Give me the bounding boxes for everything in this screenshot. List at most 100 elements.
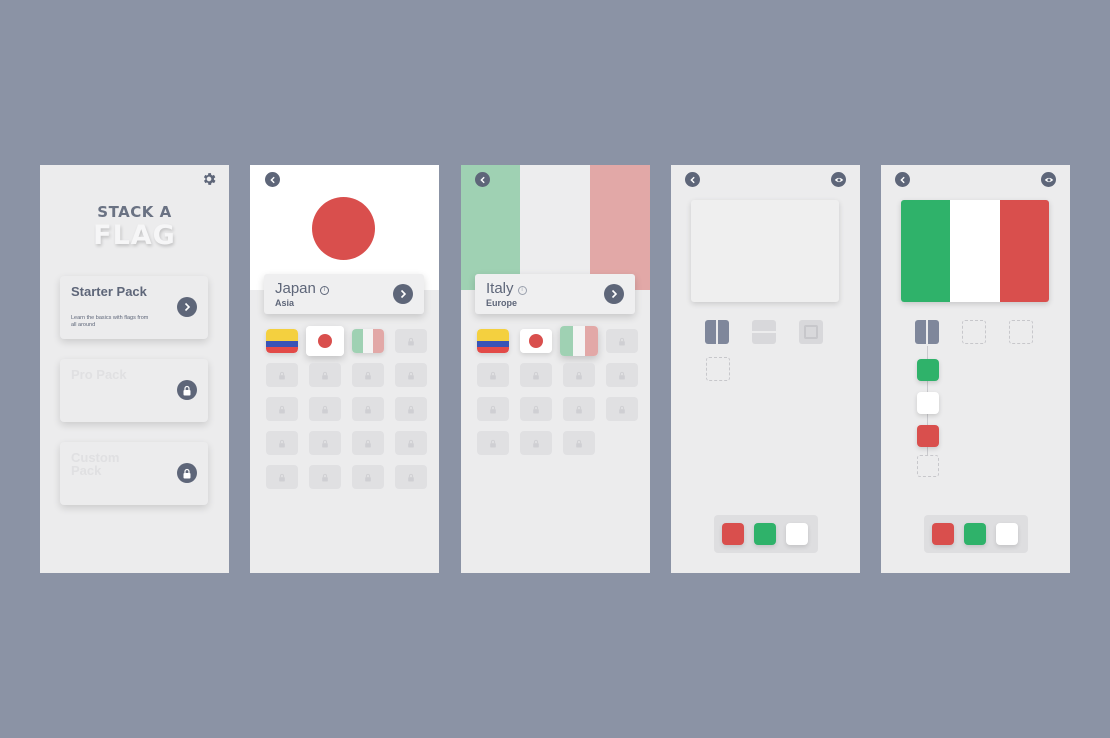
flag-tile-japan[interactable]: [306, 326, 344, 356]
info-icon[interactable]: i: [319, 285, 329, 295]
lock-icon: [322, 405, 328, 413]
lock-icon: [576, 405, 582, 413]
swatch-green[interactable]: [964, 523, 986, 545]
lock-icon: [279, 405, 285, 413]
flag-tile-locked[interactable]: [563, 363, 595, 387]
empty-slot-icon[interactable]: [962, 320, 986, 344]
locked-button[interactable]: [177, 463, 197, 483]
flag-tile-locked[interactable]: [309, 465, 341, 489]
lock-icon: [408, 439, 414, 447]
flag-tile-locked[interactable]: [563, 397, 595, 421]
back-button[interactable]: [895, 172, 910, 187]
country-card[interactable]: Italy i Europe: [475, 274, 635, 314]
next-button[interactable]: [604, 284, 624, 304]
flag-tile-locked[interactable]: [477, 431, 509, 455]
swatch-white[interactable]: [996, 523, 1018, 545]
empty-slot-icon[interactable]: [917, 455, 939, 477]
chevron-right-icon: [184, 302, 191, 312]
stripe-block-white[interactable]: [917, 392, 939, 414]
flag-tile-locked[interactable]: [477, 397, 509, 421]
lock-icon: [408, 405, 414, 413]
back-button[interactable]: [265, 172, 280, 187]
layout-square-icon[interactable]: [799, 320, 823, 344]
stripe-block-red[interactable]: [917, 425, 939, 447]
preview-button[interactable]: [831, 172, 846, 187]
flag-tile-locked[interactable]: [395, 397, 427, 421]
empty-slot-icon[interactable]: [1009, 320, 1033, 344]
next-button[interactable]: [177, 297, 197, 317]
flag-tile-locked[interactable]: [352, 465, 384, 489]
lock-icon: [619, 371, 625, 379]
flag-tile-locked[interactable]: [477, 363, 509, 387]
flag-tile-locked[interactable]: [395, 329, 427, 353]
flag-tile-locked[interactable]: [395, 431, 427, 455]
back-button[interactable]: [685, 172, 700, 187]
lock-icon: [490, 371, 496, 379]
eye-icon: [834, 177, 843, 182]
pack-description: Learn the basics with flags from all aro…: [71, 315, 149, 328]
pack-card-pro[interactable]: Pro Pack: [60, 359, 208, 422]
lock-icon: [576, 371, 582, 379]
flag-tile-locked[interactable]: [309, 363, 341, 387]
chevron-left-icon: [689, 176, 695, 183]
flag-tile-locked[interactable]: [266, 431, 298, 455]
empty-slot-icon[interactable]: [706, 357, 730, 381]
flag-tile-locked[interactable]: [520, 363, 552, 387]
color-palette: [924, 515, 1028, 553]
flag-tile-locked[interactable]: [309, 431, 341, 455]
lock-icon: [365, 371, 371, 379]
next-button[interactable]: [393, 284, 413, 304]
flag-tile-locked[interactable]: [563, 431, 595, 455]
flag-tile-italy[interactable]: [352, 329, 384, 353]
flag-tile-locked[interactable]: [352, 431, 384, 455]
country-card[interactable]: Japan i Asia: [264, 274, 424, 314]
lock-icon: [183, 468, 191, 478]
locked-button[interactable]: [177, 380, 197, 400]
flag-tile-locked[interactable]: [606, 397, 638, 421]
japan-flag: [306, 326, 344, 356]
flag-tile-locked[interactable]: [266, 363, 298, 387]
flag-builder-screen-italy: [881, 165, 1070, 573]
layout-vertical-stripes-icon[interactable]: [915, 320, 939, 344]
country-name: Japan: [275, 280, 316, 297]
flag-tile-locked[interactable]: [606, 363, 638, 387]
logo-line1: STACK A: [97, 203, 172, 221]
country-detail-screen-japan: Japan i Asia: [250, 165, 439, 573]
flag-tile-japan[interactable]: [520, 329, 552, 353]
swatch-green[interactable]: [754, 523, 776, 545]
flag-tile-locked[interactable]: [309, 397, 341, 421]
flag-tile-locked[interactable]: [520, 431, 552, 455]
country-name-row: Italy i: [486, 280, 527, 297]
swatch-white[interactable]: [786, 523, 808, 545]
stripe-block-green[interactable]: [917, 359, 939, 381]
flag-tile-locked[interactable]: [520, 397, 552, 421]
pack-title: Starter Pack: [71, 284, 147, 299]
flag-canvas[interactable]: [691, 200, 839, 302]
flag-tile-italy[interactable]: [560, 326, 598, 356]
layout-vertical-stripes-icon[interactable]: [705, 320, 729, 344]
flag-tile-locked[interactable]: [395, 465, 427, 489]
flag-tile-locked[interactable]: [395, 363, 427, 387]
chevron-left-icon: [479, 176, 485, 183]
preview-button[interactable]: [1041, 172, 1056, 187]
layout-horizontal-stripes-icon[interactable]: [752, 320, 776, 344]
flag-tile-locked[interactable]: [352, 397, 384, 421]
country-name-row: Japan i: [275, 280, 329, 297]
flag-tile-locked[interactable]: [606, 329, 638, 353]
lock-icon: [533, 439, 539, 447]
pack-card-custom[interactable]: Custom Pack: [60, 442, 208, 505]
swatch-red[interactable]: [932, 523, 954, 545]
back-button[interactable]: [475, 172, 490, 187]
flag-tile-locked[interactable]: [266, 397, 298, 421]
flag-tile-colombia[interactable]: [477, 329, 509, 353]
swatch-red[interactable]: [722, 523, 744, 545]
gear-icon[interactable]: [201, 171, 217, 187]
flag-tile-colombia[interactable]: [266, 329, 298, 353]
chevron-left-icon: [269, 176, 275, 183]
pack-card-starter[interactable]: Starter Pack Learn the basics with flags…: [60, 276, 208, 339]
flag-canvas-italy[interactable]: [901, 200, 1049, 302]
home-screen: STACK A FLAG Starter Pack Learn the basi…: [40, 165, 229, 573]
info-icon[interactable]: i: [517, 285, 527, 295]
flag-tile-locked[interactable]: [266, 465, 298, 489]
flag-tile-locked[interactable]: [352, 363, 384, 387]
